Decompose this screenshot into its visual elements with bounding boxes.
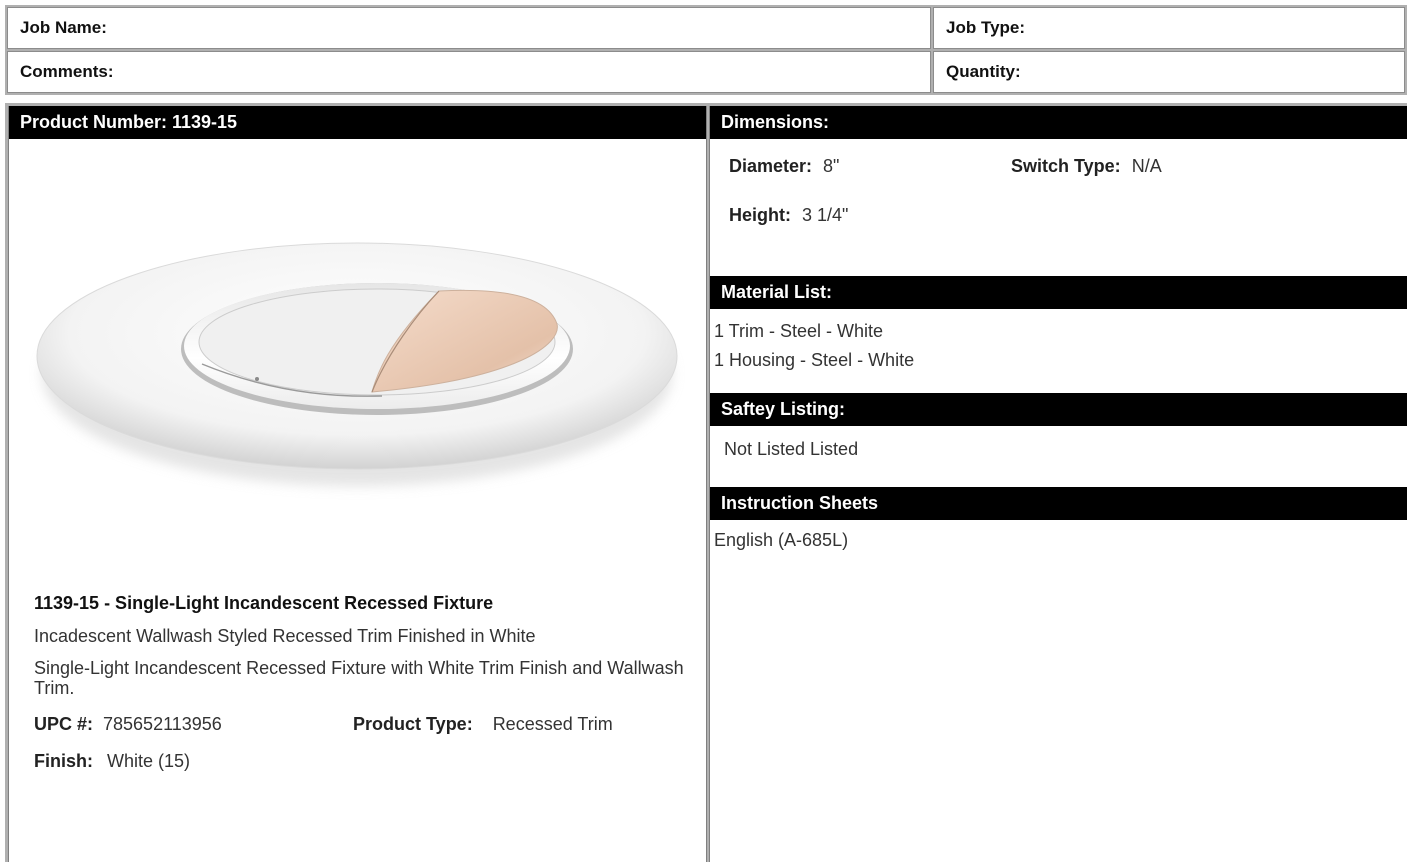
upc-label: UPC #: xyxy=(34,714,94,734)
job-name-cell[interactable]: Job Name: xyxy=(7,7,931,49)
switch-type-label: Switch Type: xyxy=(1011,156,1121,176)
height-field: Height: 3 1/4" xyxy=(729,205,848,226)
job-type-cell[interactable]: Job Type: xyxy=(933,7,1405,49)
height-value: 3 1/4" xyxy=(802,205,849,225)
height-label: Height: xyxy=(729,205,791,225)
job-type-label: Job Type: xyxy=(946,18,1026,37)
dimensions-section: Diameter: 8" Switch Type: N/A Height: 3 … xyxy=(710,139,1407,276)
instruction-sheet-link[interactable]: English (A-685L) xyxy=(710,520,1407,551)
material-list: 1 Trim - Steel - White 1 Housing - Steel… xyxy=(710,309,930,370)
switch-type-field: Switch Type: N/A xyxy=(1011,156,1162,177)
job-name-label: Job Name: xyxy=(20,18,107,37)
main-body: Product Number: 1139-15 1139-15 - Single… xyxy=(5,103,1407,862)
diameter-label: Diameter: xyxy=(729,156,813,176)
product-type-label: Product Type: xyxy=(353,714,473,734)
material-list-header: Material List: xyxy=(710,276,1407,309)
comments-label: Comments: xyxy=(20,62,114,81)
upc-value: 785652113956 xyxy=(103,714,222,734)
dimensions-header: Dimensions: xyxy=(710,106,1407,139)
safety-listing-value: Not Listed Listed xyxy=(724,439,859,459)
product-type-value: Recessed Trim xyxy=(492,714,613,734)
diameter-value: 8" xyxy=(823,156,840,176)
quantity-label: Quantity: xyxy=(946,62,1021,81)
product-short-description: Incadescent Wallwash Styled Recessed Tri… xyxy=(34,626,536,646)
material-item: 1 Housing - Steel - White xyxy=(714,350,915,370)
specs-column: Dimensions: Diameter: 8" Switch Type: N/… xyxy=(709,106,1407,862)
quantity-cell[interactable]: Quantity: xyxy=(933,51,1405,93)
job-info-table: Job Name: Job Type: Comments: Quantity: xyxy=(5,5,1407,95)
finish-label: Finish: xyxy=(34,751,93,771)
product-long-description: Single-Light Incandescent Recessed Fixtu… xyxy=(34,658,684,698)
upc-type-row: UPC #: 785652113956 Product Type: Recess… xyxy=(34,714,694,735)
switch-type-value: N/A xyxy=(1131,156,1162,176)
comments-cell[interactable]: Comments: xyxy=(7,51,931,93)
product-image xyxy=(36,242,678,486)
product-column: Product Number: 1139-15 1139-15 - Single… xyxy=(8,106,707,862)
spec-sheet: Job Name: Job Type: Comments: Quantity: … xyxy=(0,0,1411,862)
instruction-sheets-header: Instruction Sheets xyxy=(710,487,1407,520)
finish-value: White (15) xyxy=(107,751,191,771)
product-number-header: Product Number: 1139-15 xyxy=(9,106,706,139)
safety-listing-header: Saftey Listing: xyxy=(710,393,1407,426)
product-title: 1139-15 - Single-Light Incandescent Rece… xyxy=(34,593,494,613)
finish-row: Finish: White (15) xyxy=(34,751,694,772)
product-description: 1139-15 - Single-Light Incandescent Rece… xyxy=(34,593,694,772)
material-item: 1 Trim - Steel - White xyxy=(714,321,884,341)
diameter-field: Diameter: 8" xyxy=(729,156,839,177)
